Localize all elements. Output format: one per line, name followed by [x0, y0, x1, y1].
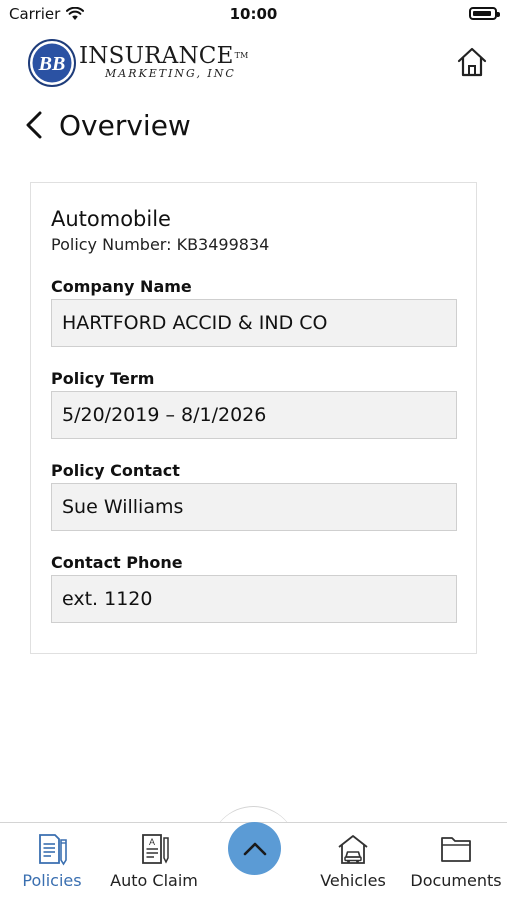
tab-policies[interactable]: Policies	[2, 823, 102, 901]
logo-monogram: BB	[38, 53, 66, 75]
back-button[interactable]	[25, 108, 47, 142]
status-bar: Carrier 10:00	[0, 0, 507, 28]
auto-claim-icon: A	[142, 834, 169, 864]
svg-text:A: A	[149, 837, 155, 847]
tab-documents-label: Documents	[410, 871, 502, 890]
tab-documents[interactable]: Documents	[406, 823, 506, 901]
navigation-bar: Overview	[25, 108, 191, 142]
contact-phone-label: Contact Phone	[51, 553, 183, 572]
company-name-field: HARTFORD ACCID & IND CO	[51, 299, 457, 347]
logo-subtitle: MARKETING, INC	[105, 67, 236, 80]
contact-phone-field: ext. 1120	[51, 575, 457, 623]
policy-number: Policy Number: KB3499834	[51, 235, 270, 254]
bb-logo-icon: BB	[28, 39, 76, 87]
logo-word-text: INSURANCE	[79, 43, 234, 69]
status-time: 10:00	[229, 5, 278, 23]
tab-auto-claim[interactable]: A Auto Claim	[104, 823, 204, 901]
policies-icon	[39, 834, 67, 866]
documents-icon	[441, 837, 471, 862]
policy-contact-label: Policy Contact	[51, 461, 180, 480]
policy-term-label: Policy Term	[51, 369, 155, 388]
home-button[interactable]	[455, 45, 489, 79]
tab-auto-claim-label: Auto Claim	[110, 871, 198, 890]
policy-card: Automobile Policy Number: KB3499834 Comp…	[30, 182, 477, 654]
chevron-left-icon	[26, 111, 42, 139]
chevron-up-icon	[243, 842, 266, 855]
battery-icon	[469, 7, 500, 20]
company-name-label: Company Name	[51, 277, 192, 296]
home-icon	[457, 47, 487, 77]
tab-vehicles[interactable]: Vehicles	[303, 823, 403, 901]
tab-policies-label: Policies	[22, 871, 82, 890]
logo-word: INSURANCETM	[79, 44, 249, 68]
policy-term-field: 5/20/2019 – 8/1/2026	[51, 391, 457, 439]
policy-category: Automobile	[51, 207, 171, 231]
tab-vehicles-label: Vehicles	[320, 871, 386, 890]
expand-menu-button[interactable]	[228, 822, 281, 875]
page-title: Overview	[59, 108, 191, 142]
vehicles-icon	[338, 835, 368, 864]
company-logo: BB INSURANCETM MARKETING, INC	[27, 38, 249, 88]
policy-contact-field: Sue Williams	[51, 483, 457, 531]
logo-trademark: TM	[234, 51, 249, 60]
